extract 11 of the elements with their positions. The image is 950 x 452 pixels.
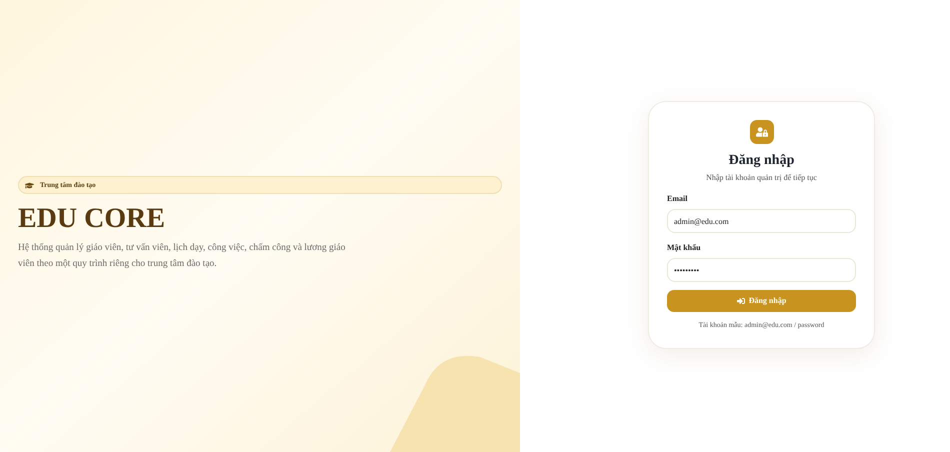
login-subtitle: Nhập tài khoản quản trị để tiếp tục xyxy=(706,172,817,184)
user-lock-icon xyxy=(750,120,774,144)
sign-in-icon xyxy=(736,297,745,305)
input-field[interactable]: admin@edu.com xyxy=(667,209,856,233)
hero-title: EDU CORE xyxy=(18,202,166,236)
field-label: Mật khẩu xyxy=(667,242,702,254)
login-title: Đăng nhập xyxy=(728,152,794,170)
field-label: Email xyxy=(667,193,688,205)
input-field[interactable]: ••••••••• xyxy=(667,258,856,282)
hero-description: Hệ thống quản lý giáo viên, tư vấn viên, lịch dạy, công việc, chấm công và lương giáo viên theo một quy trình riêng cho trung tâm đào tạo. xyxy=(18,242,346,271)
graduation-cap-icon xyxy=(25,180,34,190)
